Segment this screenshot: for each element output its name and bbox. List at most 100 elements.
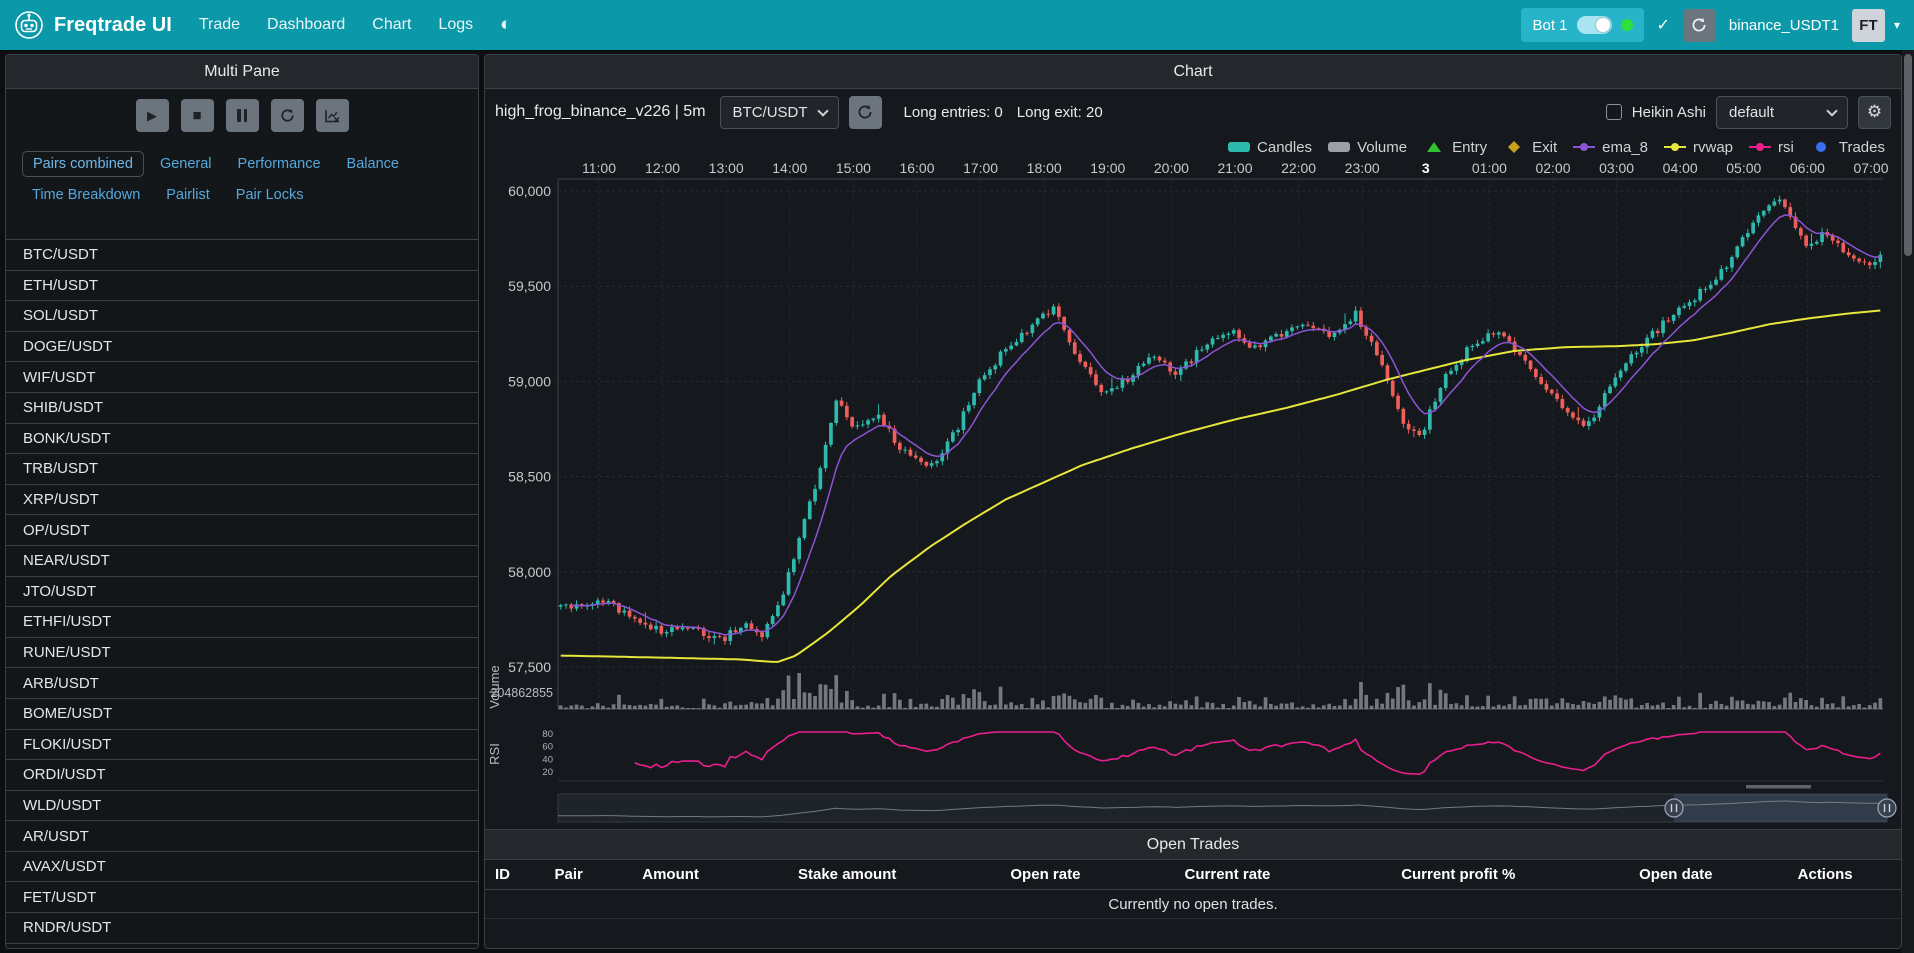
chart-navigator[interactable] — [558, 785, 1896, 822]
legend-item-trades[interactable]: Trades — [1809, 139, 1885, 156]
nav-item-chart[interactable]: Chart — [372, 16, 411, 34]
bot-selector[interactable]: Bot 1 — [1521, 8, 1643, 42]
pair-row-jto-usdt[interactable]: JTO/USDT — [6, 577, 478, 608]
chevron-down-icon — [817, 105, 828, 116]
legend-item-entry[interactable]: Entry — [1422, 139, 1487, 156]
legend-item-volume[interactable]: Volume — [1327, 139, 1407, 156]
legend-item-ema-8[interactable]: ema_8 — [1572, 139, 1648, 156]
navigator-right-handle[interactable] — [1878, 799, 1896, 817]
stop-button[interactable]: ■ — [181, 99, 214, 132]
open-trades-empty-message: Currently no open trades. — [485, 890, 1901, 919]
tab-performance[interactable]: Performance — [228, 152, 331, 176]
pair-row-ar-usdt[interactable]: AR/USDT — [6, 821, 478, 852]
plot-settings-button[interactable]: ⚙ — [1858, 96, 1891, 129]
pair-row-wif-usdt[interactable]: WIF/USDT — [6, 362, 478, 393]
time-tick: 06:00 — [1790, 160, 1825, 176]
theme-toggle-icon[interactable]: ◐ — [500, 14, 511, 36]
plot-config-select[interactable]: default — [1716, 96, 1848, 129]
pair-row-btc-usdt[interactable]: BTC/USDT — [6, 240, 478, 271]
tab-pairs-combined[interactable]: Pairs combined — [22, 151, 144, 177]
chart-clear-icon — [324, 108, 340, 124]
tab-pairlist[interactable]: Pairlist — [156, 183, 220, 207]
col-open-date: Open date — [1629, 866, 1788, 883]
time-tick: 22:00 — [1281, 160, 1316, 176]
legend-marker — [1748, 140, 1772, 154]
legend-marker — [1809, 140, 1833, 154]
price-chart[interactable]: 11:0012:0013:0014:0015:0016:0017:0018:00… — [485, 159, 1901, 829]
user-avatar[interactable]: FT — [1852, 9, 1885, 42]
refresh-button[interactable] — [271, 99, 304, 132]
pair-list: BTC/USDTETH/USDTSOL/USDTDOGE/USDTWIF/USD… — [6, 239, 478, 948]
bot-status-dot — [1621, 19, 1633, 31]
user-menu-caret-icon[interactable]: ▾ — [1894, 18, 1900, 32]
time-tick: 01:00 — [1472, 160, 1507, 176]
chart-controls-right: Heikin Ashi default ⚙ — [1606, 96, 1891, 129]
pair-row-floki-usdt[interactable]: FLOKI/USDT — [6, 730, 478, 761]
navbar-right: Bot 1 ✓ binance_USDT1 FT ▾ — [1521, 8, 1900, 42]
pair-select[interactable]: BTC/USDT — [720, 96, 839, 129]
pair-row-ordi-usdt[interactable]: ORDI/USDT — [6, 760, 478, 791]
nav-links: Trade Dashboard Chart Logs — [172, 16, 473, 34]
play-button[interactable]: ▶ — [136, 99, 169, 132]
pair-row-near-usdt[interactable]: NEAR/USDT — [6, 546, 478, 577]
navigator-selected-range[interactable] — [1674, 794, 1887, 822]
legend-item-rvwap[interactable]: rvwap — [1663, 139, 1733, 156]
pair-row-op-usdt[interactable]: OP/USDT — [6, 515, 478, 546]
pair-row-sol-usdt[interactable]: SOL/USDT — [6, 301, 478, 332]
legend-item-exit[interactable]: Exit — [1502, 139, 1557, 156]
heikin-ashi-checkbox[interactable] — [1606, 104, 1622, 120]
rsi-line — [635, 732, 1881, 774]
pair-row-xrp-usdt[interactable]: XRP/USDT — [6, 485, 478, 516]
time-tick: 03:00 — [1599, 160, 1634, 176]
page-scrollbar[interactable] — [1902, 50, 1914, 953]
candles-layer[interactable] — [559, 196, 1882, 645]
tab-general[interactable]: General — [150, 152, 222, 176]
strategy-label: high_frog_binance_v226 | 5m — [495, 103, 706, 121]
pair-row-shib-usdt[interactable]: SHIB/USDT — [6, 393, 478, 424]
refresh-icon — [857, 104, 873, 120]
pair-row-rndr-usdt[interactable]: RNDR/USDT — [6, 913, 478, 944]
bot-online-toggle[interactable] — [1577, 16, 1612, 34]
pair-row-fet-usdt[interactable]: FET/USDT — [6, 882, 478, 913]
navigator-left-handle[interactable] — [1665, 799, 1683, 817]
time-tick: 20:00 — [1154, 160, 1189, 176]
pair-row-wld-usdt[interactable]: WLD/USDT — [6, 791, 478, 822]
chart-controls: high_frog_binance_v226 | 5m BTC/USDT Lon… — [485, 89, 1901, 135]
pair-row-eth-usdt[interactable]: ETH/USDT — [6, 271, 478, 302]
nav-item-logs[interactable]: Logs — [438, 16, 473, 34]
page-scrollbar-thumb[interactable] — [1904, 54, 1912, 256]
chart-legend: Candles Volume Entry Exit ema_8 rvwap rsi Trade… — [485, 135, 1901, 159]
global-refresh-button[interactable] — [1683, 9, 1716, 42]
time-tick: 12:00 — [645, 160, 680, 176]
toggle-knob — [1596, 18, 1610, 32]
pause-button[interactable] — [226, 99, 259, 132]
pair-row-arb-usdt[interactable]: ARB/USDT — [6, 668, 478, 699]
col-current-rate: Current rate — [1175, 866, 1392, 883]
refresh-icon — [280, 108, 295, 123]
legend-marker — [1227, 140, 1251, 154]
pair-row-rune-usdt[interactable]: RUNE/USDT — [6, 638, 478, 669]
time-tick: 14:00 — [772, 160, 807, 176]
brand[interactable]: Freqtrade UI — [14, 10, 172, 40]
chart-clear-button[interactable] — [316, 99, 349, 132]
tab-pair-locks[interactable]: Pair Locks — [226, 183, 314, 207]
pair-row-avax-usdt[interactable]: AVAX/USDT — [6, 852, 478, 883]
legend-item-candles[interactable]: Candles — [1227, 139, 1312, 156]
pair-row-trb-usdt[interactable]: TRB/USDT — [6, 454, 478, 485]
pair-row-bome-usdt[interactable]: BOME/USDT — [6, 699, 478, 730]
nav-item-trade[interactable]: Trade — [199, 16, 240, 34]
nav-item-dashboard[interactable]: Dashboard — [267, 16, 345, 34]
pair-row-ethfi-usdt[interactable]: ETHFI/USDT — [6, 607, 478, 638]
multi-pane-tabs: Pairs combinedGeneralPerformanceBalance T… — [6, 148, 478, 210]
multi-pane-header: Multi Pane — [6, 55, 478, 89]
legend-label: Volume — [1357, 139, 1407, 156]
legend-label: rsi — [1778, 139, 1794, 156]
col-stake-amount: Stake amount — [788, 866, 1000, 883]
pair-row-doge-usdt[interactable]: DOGE/USDT — [6, 332, 478, 363]
tab-time-breakdown[interactable]: Time Breakdown — [22, 183, 150, 207]
pair-row-bonk-usdt[interactable]: BONK/USDT — [6, 424, 478, 455]
legend-item-rsi[interactable]: rsi — [1748, 139, 1794, 156]
tab-balance[interactable]: Balance — [337, 152, 409, 176]
chart-refresh-button[interactable] — [849, 96, 882, 129]
pair-row-dot-usdt[interactable]: DOT/USDT — [6, 944, 478, 948]
